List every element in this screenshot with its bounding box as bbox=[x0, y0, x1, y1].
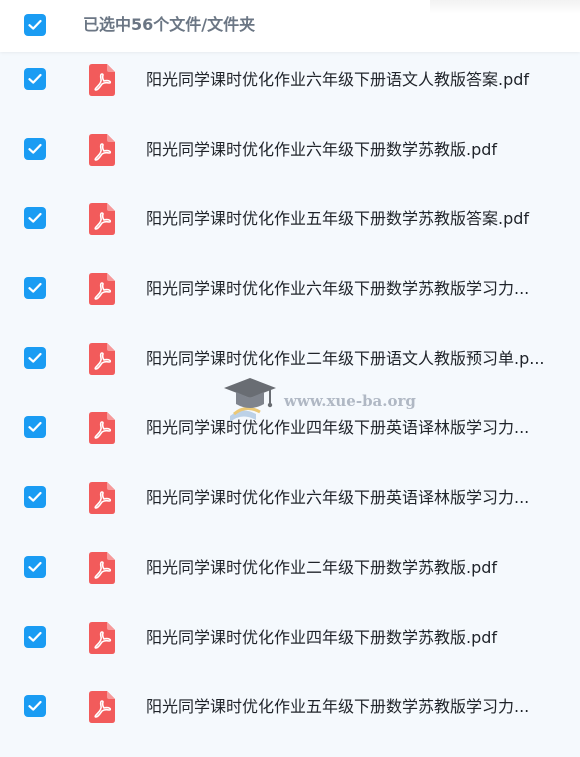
checkmark-icon bbox=[28, 701, 42, 711]
selected-count-label: 已选中56个文件/文件夹 bbox=[83, 15, 256, 34]
file-row[interactable]: 阳光同学课时优化作业六年级下册语文人教版答案.pdf bbox=[0, 52, 580, 122]
file-name: 阳光同学课时优化作业六年级下册数学苏教版.pdf bbox=[146, 139, 498, 159]
file-name: 阳光同学课时优化作业四年级下册数学苏教版.pdf bbox=[146, 627, 498, 647]
file-checkbox[interactable] bbox=[24, 346, 46, 369]
file-name: 阳光同学课时优化作业二年级下册语文人教版预习单.p... bbox=[146, 348, 545, 368]
file-checkbox[interactable] bbox=[24, 416, 46, 439]
header-shadow bbox=[430, 0, 580, 14]
pdf-icon bbox=[89, 133, 115, 166]
file-checkbox[interactable] bbox=[24, 277, 46, 300]
graduation-cap-icon bbox=[224, 378, 276, 422]
file-name: 阳光同学课时优化作业六年级下册语文人教版答案.pdf bbox=[146, 70, 530, 89]
file-checkbox[interactable] bbox=[24, 207, 46, 230]
file-row[interactable]: 阳光同学课时优化作业二年级下册数学苏教版.pdf bbox=[0, 540, 580, 610]
file-checkbox[interactable] bbox=[24, 555, 46, 578]
file-row[interactable]: 阳光同学课时优化作业六年级下册数学苏教版学习力... bbox=[0, 261, 580, 331]
pdf-icon bbox=[89, 691, 115, 724]
file-row[interactable]: 阳光同学课时优化作业五年级下册数学苏教版答案.pdf bbox=[0, 191, 580, 261]
file-checkbox[interactable] bbox=[24, 68, 46, 90]
pdf-icon bbox=[89, 203, 115, 236]
file-checkbox[interactable] bbox=[24, 137, 46, 160]
file-name: 阳光同学课时优化作业二年级下册数学苏教版.pdf bbox=[146, 557, 498, 577]
pdf-icon bbox=[89, 342, 115, 375]
pdf-icon bbox=[89, 482, 115, 515]
file-checkbox[interactable] bbox=[24, 695, 46, 718]
watermark-text: www.xue-ba.org bbox=[284, 392, 416, 410]
checkmark-icon bbox=[28, 352, 42, 363]
checkmark-icon bbox=[28, 631, 42, 642]
pdf-icon bbox=[89, 551, 115, 584]
watermark: www.xue-ba.org bbox=[222, 374, 422, 424]
checkmark-icon bbox=[28, 19, 42, 30]
file-name: 阳光同学课时优化作业五年级下册数学苏教版学习力... bbox=[146, 697, 530, 717]
select-all-checkbox[interactable] bbox=[24, 14, 46, 36]
checkmark-icon bbox=[28, 213, 42, 224]
pdf-icon bbox=[89, 64, 115, 96]
file-checkbox[interactable] bbox=[24, 486, 46, 509]
file-row[interactable]: 阳光同学课时优化作业四年级下册数学苏教版.pdf bbox=[0, 610, 580, 680]
file-name: 阳光同学课时优化作业六年级下册英语译林版学习力... bbox=[146, 488, 530, 508]
file-row[interactable]: 阳光同学课时优化作业六年级下册英语译林版学习力... bbox=[0, 470, 580, 540]
file-checkbox[interactable] bbox=[24, 625, 46, 648]
file-name: 阳光同学课时优化作业六年级下册数学苏教版学习力... bbox=[146, 279, 530, 299]
checkmark-icon bbox=[28, 282, 42, 293]
checkmark-icon bbox=[28, 143, 42, 154]
file-row[interactable]: 阳光同学课时优化作业五年级下册数学苏教版学习力... bbox=[0, 679, 580, 749]
pdf-icon bbox=[89, 621, 115, 654]
checkmark-icon bbox=[28, 492, 42, 502]
checkmark-icon bbox=[28, 73, 42, 84]
selection-header: 已选中56个文件/文件夹 bbox=[0, 0, 580, 52]
pdf-icon bbox=[89, 273, 115, 306]
file-row[interactable]: 阳光同学课时优化作业六年级下册数学苏教版.pdf bbox=[0, 122, 580, 192]
file-name: 阳光同学课时优化作业五年级下册数学苏教版答案.pdf bbox=[146, 209, 530, 229]
checkmark-icon bbox=[28, 422, 42, 433]
checkmark-icon bbox=[28, 561, 42, 572]
pdf-icon bbox=[89, 412, 115, 445]
